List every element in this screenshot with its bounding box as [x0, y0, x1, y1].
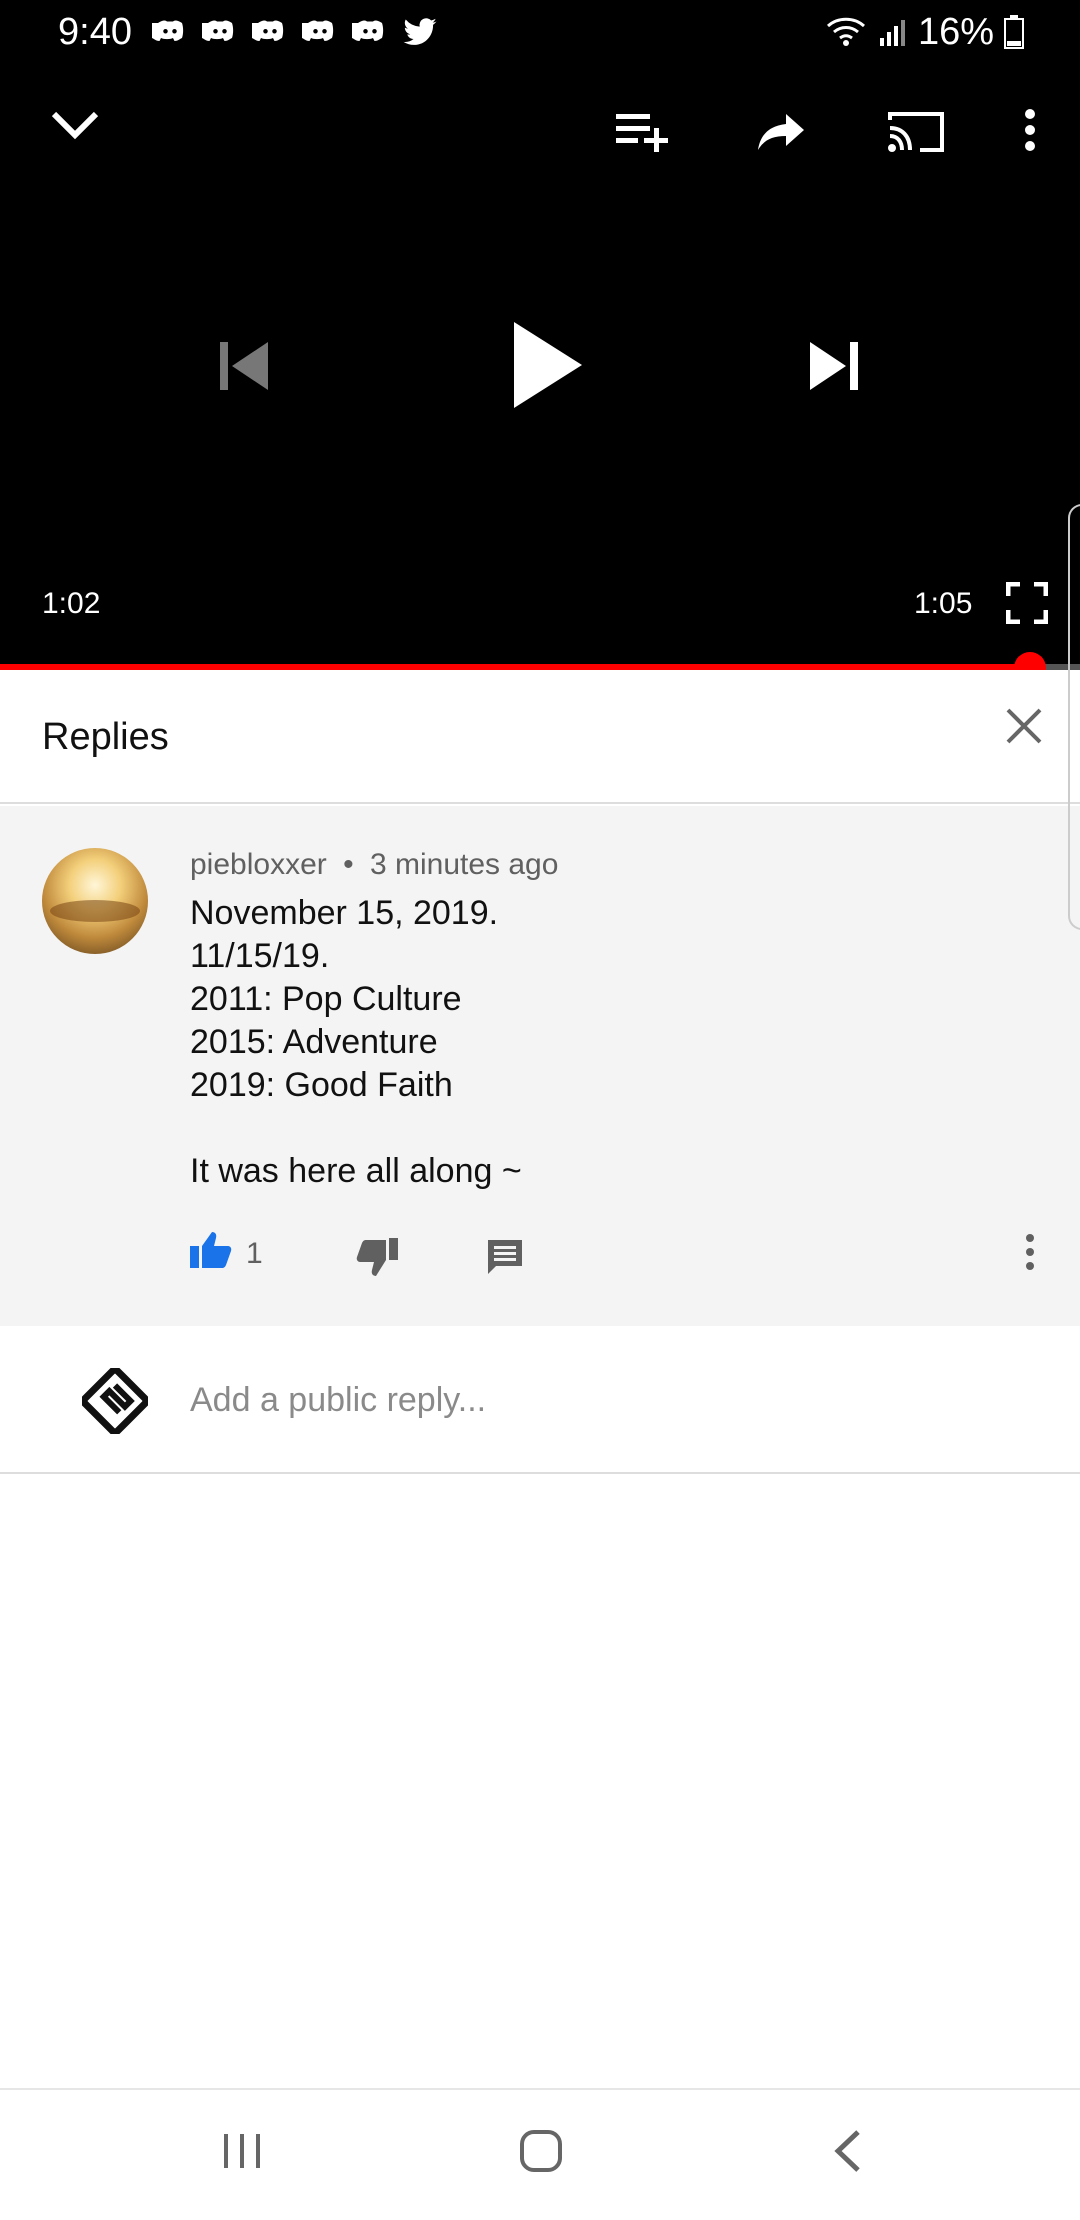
comment-text: November 15, 2019. 11/15/19. 2011: Pop C…	[190, 894, 522, 1190]
battery-icon	[1004, 15, 1024, 49]
comment-time: 3 minutes ago	[369, 848, 559, 881]
discord-icon	[202, 20, 234, 41]
cast-icon[interactable]	[886, 108, 946, 154]
comment-more-icon[interactable]	[1024, 1232, 1036, 1272]
replies-header: Replies	[0, 670, 1080, 804]
close-icon[interactable]	[1004, 706, 1044, 751]
current-time: 1:02	[42, 587, 101, 620]
signal-icon	[879, 20, 905, 46]
reply-box	[0, 1326, 1080, 1474]
thumbs-down-icon[interactable]	[356, 1238, 398, 1278]
skip-next-icon[interactable]	[808, 340, 860, 392]
reply-icon[interactable]	[486, 1238, 524, 1274]
wifi-icon	[826, 17, 865, 46]
comment-author[interactable]: piebloxxer	[190, 848, 327, 881]
user-avatar-icon	[80, 1366, 150, 1439]
edge-panel-handle[interactable]	[1068, 504, 1080, 930]
discord-icon	[302, 20, 334, 41]
twitter-icon	[403, 18, 437, 45]
discord-icon	[252, 20, 284, 41]
battery-percent: 16%	[917, 11, 994, 53]
video-player[interactable]: 9:40 16% 1:02 1:05	[0, 0, 1080, 668]
replies-title: Replies	[42, 716, 169, 758]
fullscreen-icon[interactable]	[1006, 582, 1048, 624]
share-icon[interactable]	[756, 112, 806, 152]
comment: piebloxxer • 3 minutes ago November 15, …	[0, 806, 1080, 1326]
back-icon[interactable]	[828, 2128, 868, 2179]
status-time: 9:40	[58, 11, 132, 53]
skip-previous-icon[interactable]	[218, 340, 270, 392]
reply-input[interactable]	[190, 1372, 1010, 1428]
avatar[interactable]	[42, 848, 148, 954]
discord-icon	[152, 20, 184, 41]
duration: 1:05	[914, 587, 973, 620]
play-icon[interactable]	[512, 320, 584, 410]
comment-meta: piebloxxer • 3 minutes ago	[190, 846, 558, 884]
more-vertical-icon[interactable]	[1022, 108, 1038, 152]
screen: 9:40 16% 1:02 1:05 Replies piebloxxer • …	[0, 0, 1080, 2220]
home-icon[interactable]	[518, 2128, 564, 2179]
notification-icons	[152, 14, 438, 50]
chevron-down-icon[interactable]	[50, 108, 100, 142]
comment-actions: 1	[190, 1226, 1050, 1286]
status-right: 16%	[826, 10, 1024, 54]
meta-separator: •	[343, 848, 354, 881]
playlist-add-icon[interactable]	[614, 110, 670, 154]
like-count: 1	[246, 1237, 263, 1270]
status-bar: 9:40 16%	[0, 0, 1080, 64]
thumbs-up-icon[interactable]	[190, 1230, 232, 1270]
nav-bar	[0, 2088, 1080, 2220]
discord-icon	[352, 20, 384, 41]
recent-apps-icon[interactable]	[220, 2128, 264, 2177]
